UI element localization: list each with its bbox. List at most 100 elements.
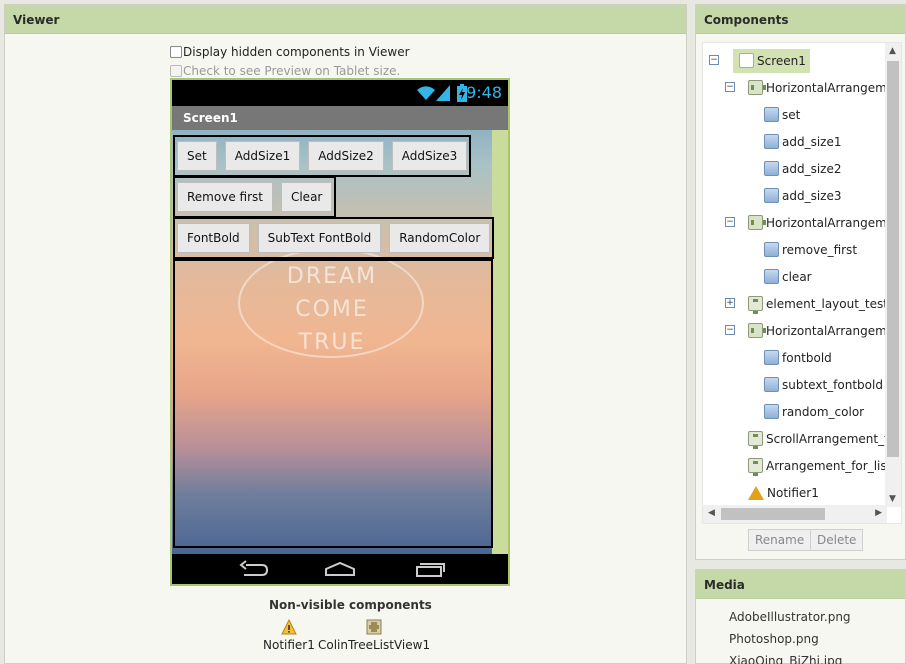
tree-item-label: fontbold <box>782 350 832 365</box>
tree-item-subtext-fontbold[interactable]: subtext_fontbold <box>764 371 883 398</box>
expand-icon[interactable]: + <box>725 298 735 308</box>
tree-item-horizontal-arrangement-1[interactable]: − HorizontalArrangement1 <box>725 74 902 101</box>
scroll-down-icon[interactable]: ▼ <box>889 494 896 504</box>
arrangement-for-listview <box>173 259 493 548</box>
recents-icon[interactable] <box>414 559 446 579</box>
media-item[interactable]: Photoshop.png <box>729 632 819 646</box>
random-color-button[interactable]: RandomColor <box>389 223 491 253</box>
vertical-arrangement-icon <box>748 458 763 476</box>
tablet-preview-label: Check to see Preview on Tablet size. <box>183 63 401 78</box>
tree-item-horizontal-arrangement-3[interactable]: − HorizontalArrangement3 <box>725 317 902 344</box>
tree-item-label: HorizontalArrangement3 <box>766 323 902 338</box>
scroll-up-icon[interactable]: ▲ <box>889 46 896 56</box>
display-hidden-option[interactable]: Display hidden components in Viewer <box>170 42 410 61</box>
screen-icon <box>739 53 754 68</box>
tree-item-label: HorizontalArrangement1 <box>766 80 902 95</box>
collapse-icon[interactable]: − <box>725 82 735 92</box>
wifi-icon <box>417 86 435 100</box>
status-time: 9:48 <box>466 83 502 102</box>
components-title: Components <box>696 5 905 34</box>
screen-title: Screen1 <box>172 106 508 130</box>
button-icon <box>764 269 779 284</box>
clear-button[interactable]: Clear <box>280 182 333 212</box>
media-title: Media <box>696 570 905 599</box>
components-panel: Components − Screen1 − HorizontalArrange… <box>695 4 906 560</box>
display-hidden-checkbox[interactable] <box>170 45 182 58</box>
nonvisible-treelistview-label: ColinTreeListView1 <box>318 638 431 652</box>
media-item[interactable]: XiaoQing_BiZhi.jpg <box>729 654 842 664</box>
scroll-left-icon[interactable]: ◀ <box>708 508 715 518</box>
back-icon[interactable] <box>238 559 270 579</box>
tree-item-fontbold[interactable]: fontbold <box>764 344 832 371</box>
warning-icon <box>748 485 764 500</box>
tree-item-label: Screen1 <box>757 53 806 68</box>
tree-item-label: add_size2 <box>782 161 842 176</box>
media-panel: Media AdobeIllustrator.png Photoshop.png… <box>695 569 906 664</box>
tree-item-label: ScrollArrangement_for_listview <box>766 431 901 446</box>
nonvisible-notifier[interactable]: Notifier1 <box>263 619 315 652</box>
button-icon <box>764 188 779 203</box>
scroll-right-icon[interactable]: ▶ <box>875 508 882 518</box>
tree-item-label: Arrangement_for_listview <box>766 458 901 473</box>
button-icon <box>764 242 779 257</box>
tree-item-element-layout-test[interactable]: + element_layout_test <box>725 290 888 317</box>
tree-item-screen1-selected: Screen1 <box>733 48 810 73</box>
remove-first-button[interactable]: Remove first <box>177 182 273 212</box>
screen-content: DREAM COME TRUE Set AddSize1 AddSize2 Ad… <box>172 130 508 554</box>
collapse-icon[interactable]: − <box>709 55 719 65</box>
tree-item-label: subtext_fontbold <box>782 377 883 392</box>
tree-item-label: random_color <box>782 404 865 419</box>
tree-item-add-size1[interactable]: add_size1 <box>764 128 842 155</box>
vertical-arrangement-icon <box>748 431 763 449</box>
viewer-title: Viewer <box>5 5 686 34</box>
display-hidden-label: Display hidden components in Viewer <box>183 44 410 59</box>
tree-item-clear[interactable]: clear <box>764 263 812 290</box>
collapse-icon[interactable]: − <box>725 325 735 335</box>
horizontal-arrangement-2: Remove first Clear <box>173 176 337 218</box>
nav-bar <box>172 554 508 584</box>
tree-item-add-size3[interactable]: add_size3 <box>764 182 842 209</box>
viewer-options: Display hidden components in Viewer Chec… <box>170 42 410 80</box>
extension-icon <box>366 619 382 635</box>
set-button[interactable]: Set <box>177 141 217 171</box>
tree-item-random-color[interactable]: random_color <box>764 398 864 425</box>
tree-item-add-size2[interactable]: add_size2 <box>764 155 842 182</box>
nonvisible-treelistview[interactable]: ColinTreeListView1 <box>318 619 430 652</box>
tree-item-set[interactable]: set <box>764 101 800 128</box>
subtext-fontbold-button[interactable]: SubText FontBold <box>257 223 382 253</box>
tree-item-scroll-arrangement[interactable]: ScrollArrangement_for_listview <box>748 425 901 452</box>
phone-preview: 9:48 Screen1 DREAM COME TRUE Set AddSize… <box>170 78 510 586</box>
add-size1-button[interactable]: AddSize1 <box>224 141 301 171</box>
fontbold-button[interactable]: FontBold <box>177 223 250 253</box>
tree-item-label: HorizontalArrangement2 <box>766 215 902 230</box>
tree-item-label: add_size1 <box>782 134 842 149</box>
tree-item-label: add_size3 <box>782 188 842 203</box>
add-size3-button[interactable]: AddSize3 <box>391 141 468 171</box>
tree-item-label: Notifier1 <box>767 485 819 500</box>
button-icon <box>764 350 779 365</box>
tree-item-screen1[interactable]: − Screen1 <box>709 47 810 74</box>
tree-horizontal-scrollbar[interactable]: ◀ ▶ <box>703 505 887 523</box>
tree-horizontal-scroll-thumb[interactable] <box>721 508 825 520</box>
tree-vertical-scroll-thumb[interactable] <box>887 61 899 457</box>
signal-icon <box>436 85 450 101</box>
tree-item-horizontal-arrangement-2[interactable]: − HorizontalArrangement2 <box>725 209 902 236</box>
tree-vertical-scrollbar[interactable]: ▲ ▼ <box>885 43 901 507</box>
button-icon <box>764 377 779 392</box>
tree-item-label: remove_first <box>782 242 858 257</box>
tree-item-arrangement-for-listview[interactable]: Arrangement_for_listview <box>748 452 901 479</box>
tree-item-label: element_layout_test <box>766 296 888 311</box>
add-size2-button[interactable]: AddSize2 <box>308 141 384 171</box>
home-icon[interactable] <box>324 559 356 579</box>
horizontal-arrangement-3: FontBold SubText FontBold RandomColor <box>173 217 495 259</box>
button-icon <box>764 134 779 149</box>
tree-item-remove-first[interactable]: remove_first <box>764 236 857 263</box>
collapse-icon[interactable]: − <box>725 217 735 227</box>
delete-button[interactable]: Delete <box>810 529 864 551</box>
horizontal-arrangement-icon <box>748 323 766 338</box>
rename-button[interactable]: Rename <box>748 529 812 551</box>
tree-item-notifier1[interactable]: Notifier1 <box>748 479 819 506</box>
tablet-preview-checkbox[interactable] <box>170 64 182 77</box>
tree-item-label: set <box>782 107 801 122</box>
media-item[interactable]: AdobeIllustrator.png <box>729 610 851 624</box>
